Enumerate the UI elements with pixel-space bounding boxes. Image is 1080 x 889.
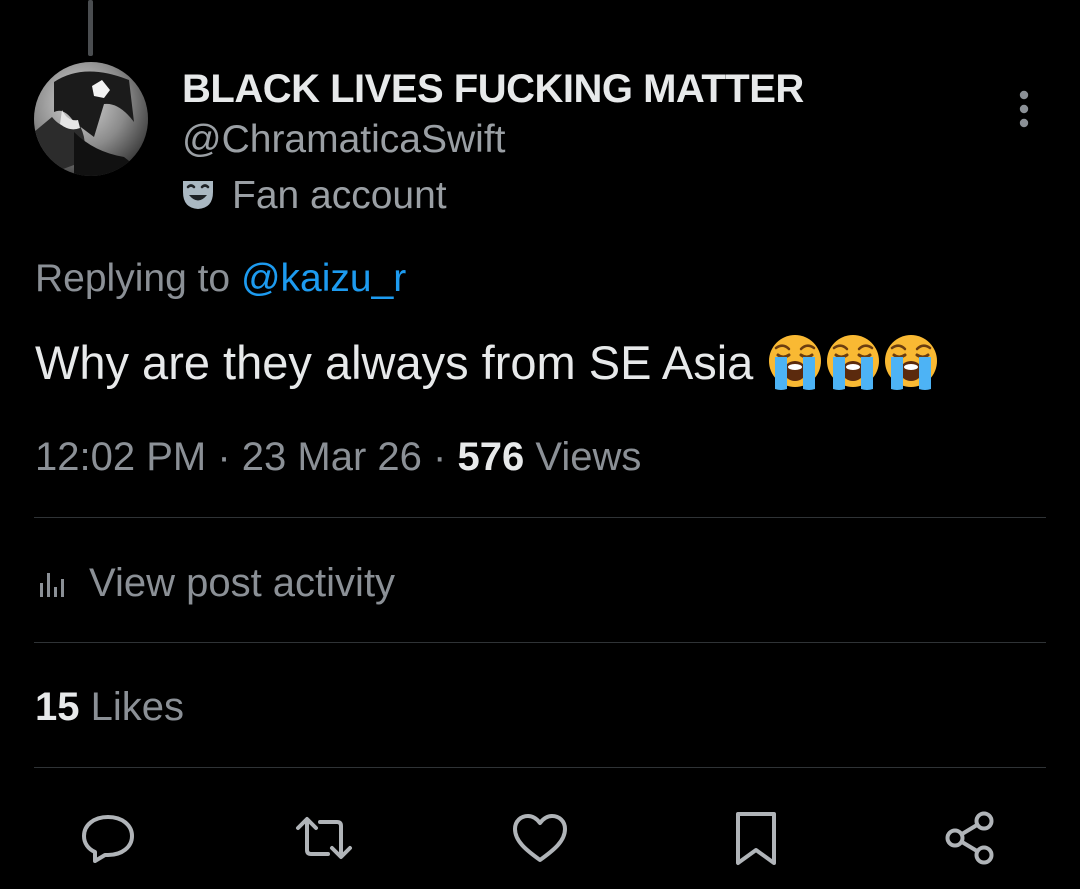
divider bbox=[34, 642, 1046, 643]
loudly-crying-face-icon bbox=[885, 335, 938, 390]
post-text: Why are they always from SE Asia bbox=[35, 333, 939, 391]
emoji-group bbox=[767, 333, 939, 391]
views-label: Views bbox=[535, 435, 642, 479]
views-count: 576 bbox=[457, 435, 525, 479]
bookmark-icon bbox=[736, 812, 776, 865]
more-vertical-icon bbox=[1019, 90, 1029, 128]
likes-count: 15 bbox=[35, 685, 80, 729]
replying-to-mention[interactable]: @kaizu_r bbox=[241, 257, 406, 300]
likes-summary[interactable]: 15 Likes bbox=[35, 685, 184, 730]
replying-to: Replying to @kaizu_r bbox=[35, 257, 406, 301]
repost-icon bbox=[296, 817, 352, 859]
reply-icon bbox=[82, 815, 134, 863]
like-icon bbox=[513, 814, 567, 862]
meta-separator: · bbox=[433, 435, 447, 479]
divider bbox=[34, 517, 1046, 518]
bookmark-button[interactable] bbox=[726, 808, 786, 868]
meta-separator: · bbox=[217, 435, 231, 479]
share-icon bbox=[945, 811, 994, 865]
divider bbox=[34, 767, 1046, 768]
author-label-text: Fan account bbox=[232, 174, 447, 217]
author-label[interactable]: Fan account bbox=[180, 172, 447, 220]
reply-button[interactable] bbox=[78, 808, 138, 868]
more-options-button[interactable] bbox=[1006, 86, 1042, 134]
bar-chart-icon bbox=[40, 573, 64, 597]
avatar[interactable] bbox=[34, 62, 148, 176]
view-post-activity-label: View post activity bbox=[89, 560, 396, 605]
likes-label: Likes bbox=[90, 685, 185, 729]
author-handle[interactable]: @ChramaticaSwift bbox=[182, 118, 506, 162]
author-display-name[interactable]: BLACK LIVES FUCKING MATTER bbox=[182, 67, 804, 112]
post-body: Why are they always from SE Asia bbox=[35, 335, 754, 389]
replying-to-prefix: Replying to bbox=[35, 257, 231, 300]
post-time[interactable]: 12:02 PM bbox=[35, 435, 206, 479]
loudly-crying-face-icon bbox=[827, 335, 880, 390]
thread-connector-line bbox=[88, 0, 93, 56]
theater-mask-icon bbox=[180, 176, 216, 217]
post-meta: 12:02 PM · 23 Mar 26 · 576 Views bbox=[35, 435, 641, 480]
like-button[interactable] bbox=[510, 808, 570, 868]
repost-button[interactable] bbox=[294, 808, 354, 868]
share-button[interactable] bbox=[940, 808, 1000, 868]
loudly-crying-face-icon bbox=[769, 335, 822, 390]
view-post-activity-button[interactable]: View post activity bbox=[35, 560, 395, 606]
post-date[interactable]: 23 Mar 26 bbox=[242, 435, 422, 479]
avatar-image bbox=[34, 62, 148, 176]
